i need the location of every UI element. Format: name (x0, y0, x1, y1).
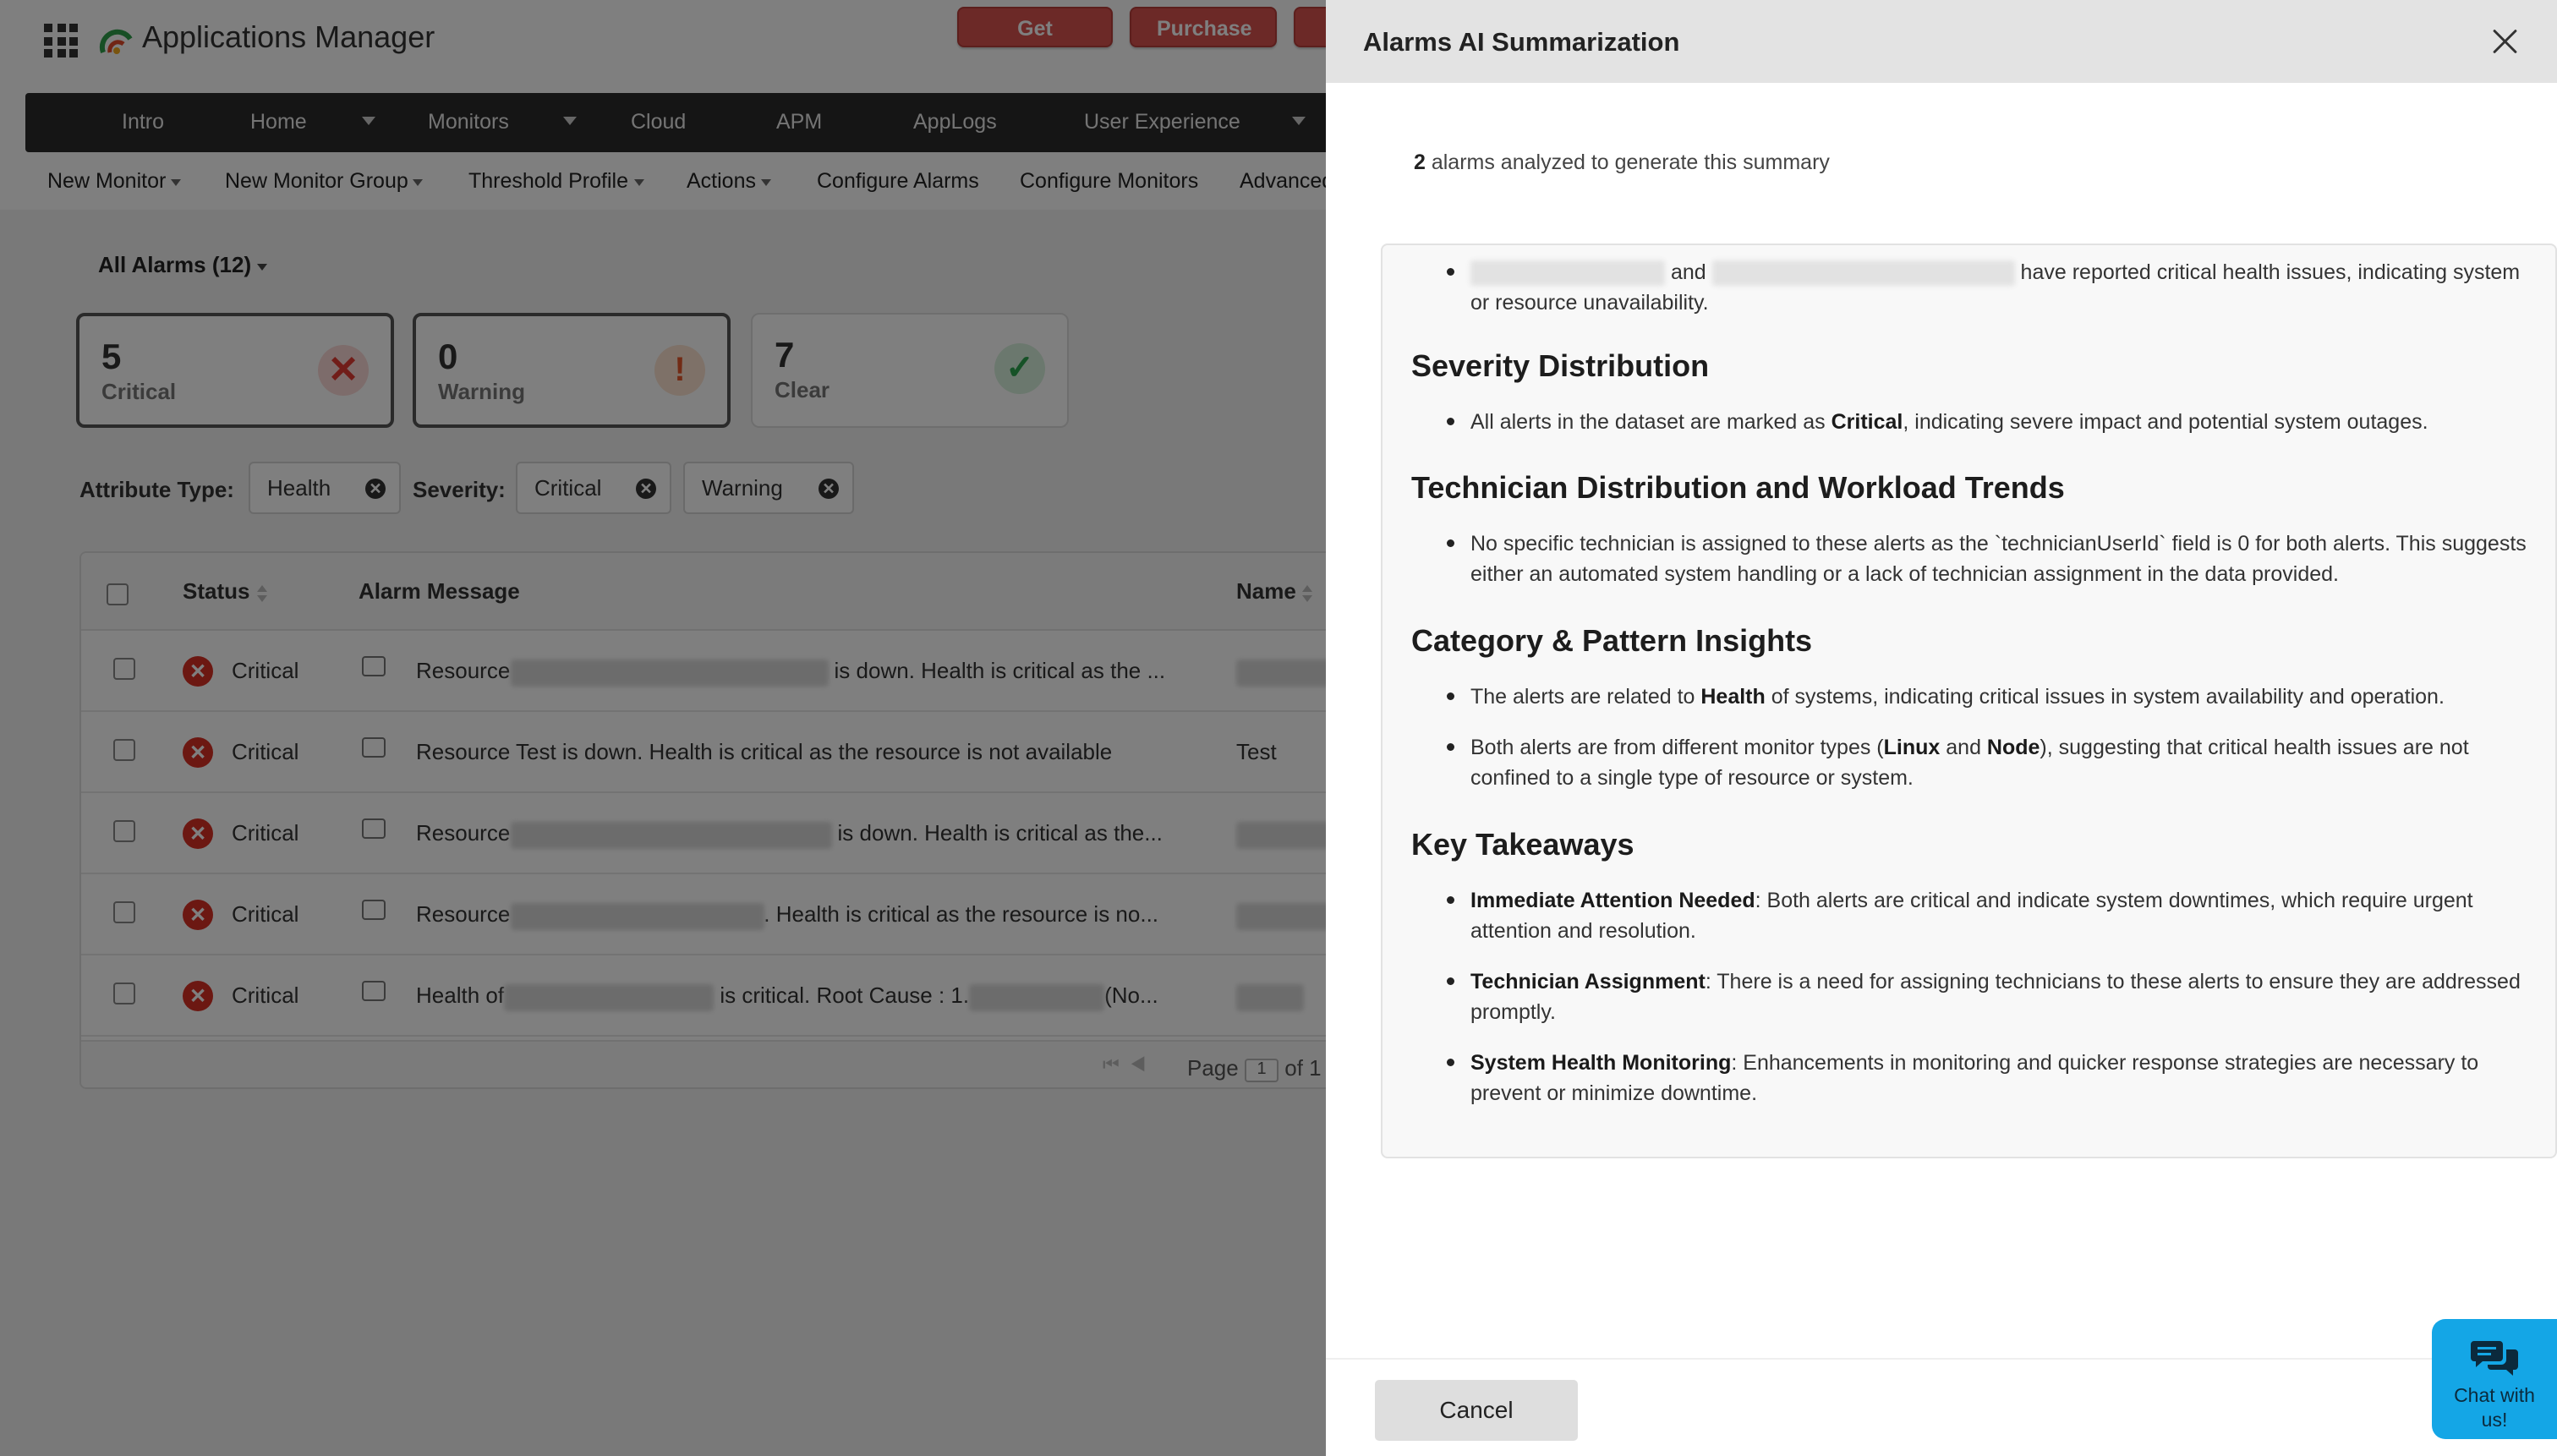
bullet-text: of systems, indicating critical issues i… (1765, 685, 2445, 709)
bullet-text: and (1940, 736, 1987, 759)
close-icon[interactable] (2491, 27, 2518, 54)
chat-bubbles-icon (2471, 1341, 2518, 1376)
chat-label: Chat with us! (2432, 1383, 2557, 1432)
bullet-text: All alerts in the dataset are marked as (1470, 410, 1832, 434)
chat-label-line: us! (2481, 1409, 2508, 1431)
section-heading: Technician Distribution and Workload Tre… (1411, 470, 2065, 505)
chat-label-line: Chat with (2454, 1384, 2535, 1406)
section-heading: Category & Pattern Insights (1411, 623, 1813, 658)
list-item: and have reported critical health issues… (1447, 257, 2536, 318)
list-item: System Health Monitoring: Enhancements i… (1447, 1048, 2536, 1108)
bullet-bold: Immediate Attention Needed (1470, 889, 1755, 912)
cancel-button[interactable]: Cancel (1375, 1380, 1578, 1441)
bullet-bold: Health (1700, 685, 1766, 709)
redacted-text (1711, 260, 2015, 287)
summary-content: and have reported critical health issues… (1381, 244, 2557, 1158)
panel-header: Alarms AI Summarization (1326, 0, 2557, 83)
bullet-bold: Critical (1831, 410, 1903, 434)
modal-backdrop[interactable] (0, 0, 1326, 1456)
analyzed-text: alarms analyzed to generate this summary (1425, 151, 1830, 174)
list-item: Immediate Attention Needed: Both alerts … (1447, 885, 2536, 946)
bullet-bold: Node (1986, 736, 2040, 759)
section-heading: Key Takeaways (1411, 827, 1634, 862)
list-item: The alerts are related to Health of syst… (1447, 681, 2536, 712)
list-item: Both alerts are from different monitor t… (1447, 732, 2536, 793)
chat-widget[interactable]: Chat with us! (2432, 1319, 2557, 1439)
panel-title: Alarms AI Summarization (1363, 27, 1680, 57)
bullet-text: , indicating severe impact and potential… (1903, 410, 2428, 434)
bullet-bold: Linux (1883, 736, 1941, 759)
analyzed-count: 2 (1414, 151, 1426, 174)
bullet-bold: Technician Assignment (1470, 970, 1706, 993)
bullet-bold: System Health Monitoring (1470, 1051, 1732, 1075)
list-item: Technician Assignment: There is a need f… (1447, 966, 2536, 1027)
list-item: All alerts in the dataset are marked as … (1447, 407, 2536, 437)
bullet-text: Both alerts are from different monitor t… (1470, 736, 1884, 759)
redacted-text (1470, 260, 1665, 287)
bullet-text: and (1665, 260, 1712, 284)
bullet-text: The alerts are related to (1470, 685, 1701, 709)
ai-summary-panel: Alarms AI Summarization 2 alarms analyze… (1326, 0, 2557, 1456)
section-heading: Severity Distribution (1411, 348, 1710, 383)
panel-footer: Cancel (1326, 1358, 2557, 1456)
list-item: No specific technician is assigned to th… (1447, 528, 2536, 589)
analyzed-summary: 2 alarms analyzed to generate this summa… (1414, 151, 1830, 175)
